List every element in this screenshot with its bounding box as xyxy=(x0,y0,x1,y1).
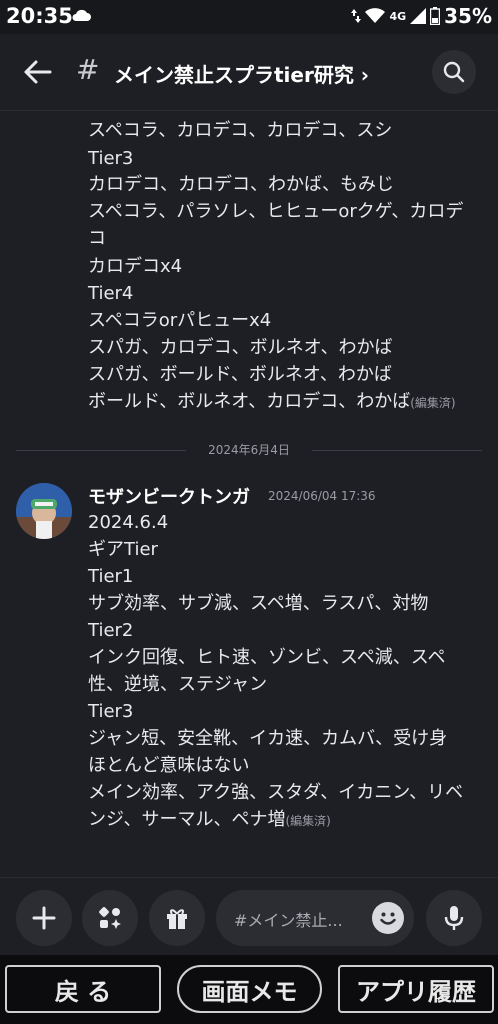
status-time: 20:35 xyxy=(6,4,73,28)
message-line: ほとんど意味はない xyxy=(88,755,250,776)
plus-icon xyxy=(32,906,56,930)
voice-button[interactable] xyxy=(426,890,482,946)
edited-label: (編集済) xyxy=(410,396,456,410)
avatar[interactable] xyxy=(16,483,72,539)
message-line: サブ効率、サブ減、スペ増、ラスパ、対物 xyxy=(88,593,429,614)
message-composer: #メイン禁止... xyxy=(0,877,498,956)
channel-header: # メイン禁止スプラtier研究 › xyxy=(0,34,498,111)
message-line: メイン効率、アク強、スタダ、イカニン、リベ xyxy=(88,782,464,803)
apps-button[interactable] xyxy=(82,890,138,946)
message-line-last: ンジ、サーマル、ペナ増(編集済) xyxy=(88,807,331,834)
message-line-last: ボールド、ボルネオ、カロデコ、わかば(編集済) xyxy=(88,389,456,416)
hash-icon: # xyxy=(76,53,100,86)
message-line: インク回復、ヒト速、ゾンビ、スペ減、スペ xyxy=(88,647,446,668)
message-line: カロデコx4 xyxy=(88,256,183,277)
smile-icon xyxy=(380,912,396,925)
message-line: Tier2 xyxy=(88,620,134,641)
divider-line xyxy=(312,450,482,451)
message-timestamp: 2024/06/04 17:36 xyxy=(268,489,376,503)
battery-icon xyxy=(430,7,441,25)
message-line: Tier3 xyxy=(88,701,134,722)
search-button[interactable] xyxy=(432,50,476,94)
battery-level: 35% xyxy=(444,4,492,28)
message-line: スパガ、ボールド、ボルネオ、わかば xyxy=(88,364,392,385)
message-line: スパガ、カロデコ、ボルネオ、わかば xyxy=(88,337,393,358)
edited-label: (編集済) xyxy=(285,814,331,828)
message-line: Tier3 xyxy=(88,148,134,169)
app-history-button[interactable]: アプリ履歴 xyxy=(338,965,494,1013)
status-bar: 20:35 4G 35% xyxy=(0,0,498,34)
wifi-icon xyxy=(365,8,386,23)
message-author[interactable]: モザンビークトンガ xyxy=(88,483,250,509)
message-list[interactable]: スペコラ、カロデコ、カロデコ、スシ Tier3 カロデコ、カロデコ、わかば、もみ… xyxy=(0,111,498,877)
apps-icon xyxy=(99,907,121,929)
gift-icon xyxy=(167,909,187,929)
message-line: カロデコ、カロデコ、わかば、もみじ xyxy=(88,174,394,195)
nav-back-button[interactable]: 戻 る xyxy=(5,965,161,1013)
screen-memo-button[interactable]: 画面メモ xyxy=(177,965,322,1013)
message-line: 性、逆境、ステジャン xyxy=(88,674,268,695)
back-button[interactable] xyxy=(18,54,58,90)
channel-title[interactable]: メイン禁止スプラtier研究 › xyxy=(114,59,369,88)
microphone-icon xyxy=(444,906,464,930)
message-line: Tier1 xyxy=(88,566,134,587)
signal-icon xyxy=(410,8,427,24)
message-line: スペコラorパヒューx4 xyxy=(88,310,272,331)
message-input-placeholder: #メイン禁止... xyxy=(234,911,343,930)
message-line: ギアTier xyxy=(88,539,158,560)
network-type: 4G xyxy=(389,9,407,23)
message-text: ンジ、サーマル、ペナ増 xyxy=(88,809,286,830)
message-line: スペコラ、パラソレ、ヒヒューorクゲ、カロデ xyxy=(88,201,464,222)
message-line: Tier4 xyxy=(88,283,134,304)
avatar-image xyxy=(16,483,72,539)
add-button[interactable] xyxy=(16,890,72,946)
message-text: ボールド、ボルネオ、カロデコ、わかば xyxy=(88,391,411,412)
search-icon xyxy=(443,61,465,83)
date-divider: 2024年6月4日 xyxy=(16,439,482,463)
cloud-icon xyxy=(72,9,91,21)
system-nav-bar: 戻 る 画面メモ アプリ履歴 xyxy=(0,955,498,1024)
message-line: スペコラ、カロデコ、カロデコ、スシ xyxy=(88,120,393,141)
message-line: コ xyxy=(88,228,106,249)
message-input[interactable]: #メイン禁止... xyxy=(216,890,414,946)
gift-button[interactable] xyxy=(149,890,205,946)
data-arrows-icon xyxy=(351,9,362,23)
message-line: ジャン短、安全靴、イカ速、カムバ、受け身 xyxy=(88,728,448,749)
emoji-button[interactable] xyxy=(372,902,404,934)
arrow-left-icon xyxy=(24,60,52,84)
message-line: 2024.6.4 xyxy=(88,512,169,533)
